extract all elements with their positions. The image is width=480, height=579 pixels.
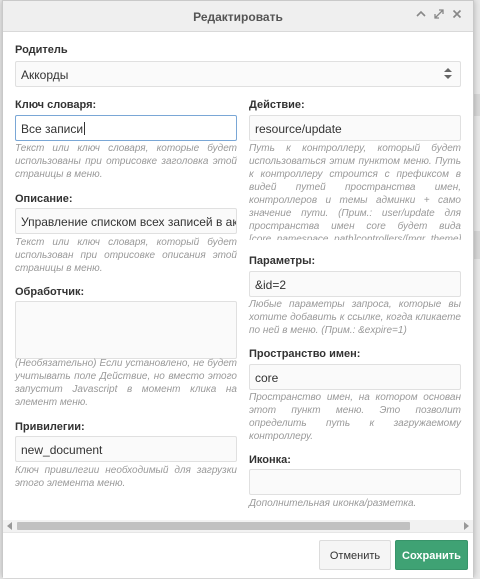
parent-label: Родитель [15,44,68,56]
scroll-left-icon[interactable] [7,522,12,530]
dict-key-description: Текст или ключ словаря, которые будет ис… [15,143,237,180]
dialog-titlebar[interactable]: Редактировать [3,1,473,32]
cancel-button[interactable]: Отменить [319,540,391,570]
icon-label: Иконка: [249,454,291,466]
edit-dialog: Редактировать Родитель Аккорды Ключ слов… [2,0,474,578]
select-arrows-icon [444,68,452,80]
description-input[interactable]: Управление списком всех записей в аккорд… [15,208,237,234]
expand-icon[interactable] [433,8,445,22]
privileges-value: new_document [21,443,103,457]
params-input[interactable]: &id=2 [249,271,461,297]
horizontal-scrollbar[interactable] [3,520,473,532]
namespace-label: Пространство имен: [249,348,361,360]
text-caret [84,122,86,135]
parent-select[interactable]: Аккорды [15,61,461,87]
params-value: &id=2 [255,278,287,292]
dialog-footer: Отменить Сохранить [3,532,473,578]
icon-description: Дополнительная иконка/разметка. [249,498,417,509]
description-description: Текст или ключ словаря, который будет ис… [15,237,237,274]
action-value: resource/update [255,122,342,136]
dict-key-input[interactable]: Все записи [15,115,237,141]
parent-select-value: Аккорды [21,68,69,82]
scroll-thumb[interactable] [17,522,410,530]
dialog-title: Редактировать [193,10,283,24]
action-description: Путь к контроллеру, который будет исполь… [249,143,461,240]
close-icon[interactable] [451,8,463,22]
description-value: Управление списком всех записей в аккорд… [21,215,236,229]
scroll-right-icon[interactable] [464,522,469,530]
privileges-input[interactable]: new_document [15,436,237,462]
action-label: Действие: [249,99,305,111]
description-label: Описание: [15,193,73,205]
params-label: Параметры: [249,255,316,267]
action-input[interactable]: resource/update [249,115,461,141]
namespace-value: core [255,371,279,385]
collapse-icon[interactable] [415,8,427,22]
dict-key-value: Все записи [21,122,84,136]
handler-description: (Необязательно) Если установлено, не буд… [15,358,237,408]
save-button[interactable]: Сохранить [395,540,468,570]
namespace-input[interactable]: core [249,364,461,390]
icon-input[interactable] [249,469,461,495]
privileges-description: Ключ привилегии необходимый для загрузки… [15,465,237,489]
params-description: Любые параметры запроса, которые вы хоти… [249,299,461,336]
window-tools [415,8,463,22]
dict-key-label: Ключ словаря: [15,99,97,111]
handler-textarea[interactable] [15,301,237,359]
namespace-description: Пространство имен, на котором основан эт… [249,392,461,442]
handler-label: Обработчик: [15,286,85,298]
privileges-label: Привилегии: [15,421,85,433]
